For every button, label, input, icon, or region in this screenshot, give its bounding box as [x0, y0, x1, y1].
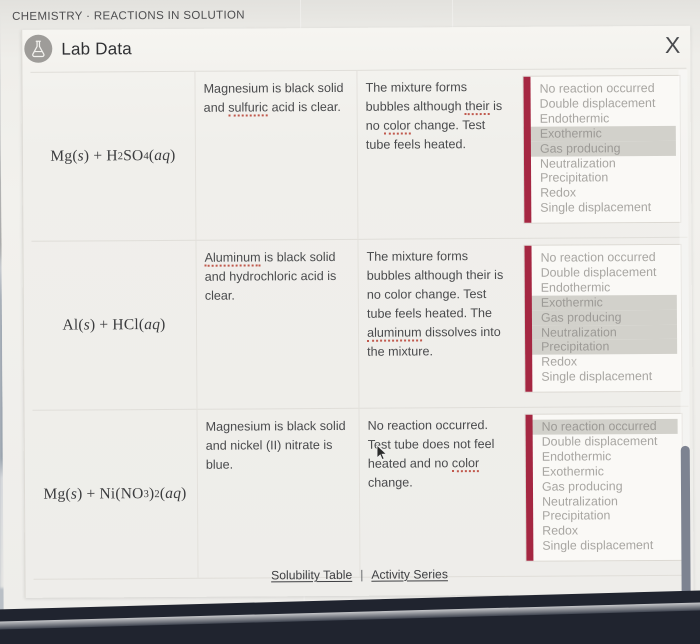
reaction-type-option[interactable]: Endothermic — [526, 449, 678, 465]
reaction-type-option[interactable]: Endothermic — [524, 111, 676, 127]
reaction-type-option[interactable]: Exothermic — [526, 464, 678, 480]
reaction-type-option[interactable]: Single displacement — [524, 200, 676, 216]
reaction-type-option[interactable]: Single displacement — [526, 538, 678, 554]
reaction-type-option[interactable]: Single displacement — [525, 369, 677, 385]
observation-after-cell: The mixture forms bubbles although their… — [357, 238, 520, 409]
table-row: Mg(s) + Ni(NO 3) 2(aq) Magnesium is black s… — [32, 406, 690, 580]
listbox-accent-bar — [524, 245, 533, 392]
modal-title: Lab Data — [61, 39, 132, 59]
equation-cell: Mg(s) + H 2 SO 4(aq) — [30, 71, 196, 242]
link-separator: | — [360, 567, 364, 582]
reaction-type-wrapper: No reaction occurred Double displacement E… — [518, 238, 688, 399]
reaction-type-cell: No reaction occurred Double displacement E… — [519, 406, 690, 577]
reaction-type-option[interactable]: Neutralization — [524, 324, 678, 341]
observation-after-cell: The mixture forms bubbles although their… — [356, 69, 519, 240]
reaction-type-option[interactable]: No reaction occurred — [525, 418, 678, 435]
reaction-type-listbox[interactable]: No reaction occurred Double displacement E… — [523, 243, 683, 393]
reaction-equation: Al(s) + HCl(aq) — [62, 315, 166, 334]
observation-before-cell: Magnesium is black solid and sulfuric ac… — [194, 70, 358, 241]
reaction-type-option[interactable]: Gas producing — [523, 140, 676, 157]
reaction-equation: Mg(s) + Ni(NO 3) 2(aq) — [43, 484, 187, 503]
flask-icon — [24, 34, 53, 63]
modal-header: Lab Data X — [22, 26, 690, 70]
reaction-type-option[interactable]: Exothermic — [523, 125, 676, 142]
reaction-type-option[interactable]: Gas producing — [526, 478, 678, 494]
table-row: Mg(s) + H 2 SO 4(aq) Magnesium is black soli… — [30, 68, 688, 242]
footer-links: Solubility Table | Activity Series — [25, 566, 693, 584]
reaction-type-option[interactable]: Double displacement — [526, 434, 678, 450]
reaction-type-option[interactable]: Gas producing — [524, 309, 677, 326]
photographed-screen: CHEMISTRY · REACTIONS IN SOLUTION Lab Da… — [0, 0, 700, 644]
reaction-type-option[interactable]: Double displacement — [525, 265, 677, 281]
observation-before-text[interactable]: Magnesium is black solid and sulfuric ac… — [195, 71, 356, 126]
reaction-type-option[interactable]: Redox — [526, 523, 678, 539]
reaction-type-option[interactable]: No reaction occurred — [525, 250, 677, 266]
listbox-accent-bar — [525, 414, 534, 561]
reaction-type-option[interactable]: No reaction occurred — [524, 81, 676, 97]
reaction-type-option[interactable]: Double displacement — [524, 96, 676, 112]
solubility-table-link[interactable]: Solubility Table — [271, 568, 352, 582]
scrollbar-thumb[interactable] — [680, 445, 691, 596]
lab-data-rows: Mg(s) + H 2 SO 4(aq) Magnesium is black soli… — [30, 68, 690, 580]
observation-after-cell: No reaction occurred. Test tube does not… — [359, 407, 521, 578]
mouse-cursor — [376, 443, 388, 462]
listbox-accent-bar — [523, 76, 532, 223]
close-icon[interactable]: X — [665, 32, 681, 58]
reaction-type-option[interactable]: Endothermic — [525, 280, 677, 296]
breadcrumb: CHEMISTRY · REACTIONS IN SOLUTION — [12, 9, 245, 23]
lab-data-table: Mg(s) + H 2 SO 4(aq) Magnesium is black soli… — [30, 68, 690, 580]
web-page: CHEMISTRY · REACTIONS IN SOLUTION Lab Da… — [0, 0, 700, 626]
reaction-type-listbox[interactable]: No reaction occurred Double displacement E… — [524, 412, 684, 562]
reaction-type-option[interactable]: Exothermic — [524, 294, 677, 311]
reaction-equation: Mg(s) + H 2 SO 4(aq) — [50, 146, 176, 165]
reaction-type-listbox[interactable]: No reaction occurred Double displacement E… — [522, 74, 682, 224]
reaction-type-option[interactable]: Precipitation — [525, 339, 678, 356]
reaction-type-option[interactable]: Neutralization — [524, 155, 676, 171]
reaction-type-option[interactable]: Redox — [524, 185, 676, 201]
reaction-type-wrapper: No reaction occurred Double displacement E… — [517, 69, 687, 230]
observation-after-text[interactable]: The mixture forms bubbles although their… — [358, 239, 519, 370]
table-row: Al(s) + HCl(aq) Aluminum is black solid a… — [31, 237, 689, 411]
reaction-type-option[interactable]: Precipitation — [524, 170, 676, 186]
reaction-type-wrapper: No reaction occurred Double displacement E… — [520, 407, 690, 568]
observation-before-text[interactable]: Aluminum is black solid and hydrochloric… — [196, 240, 357, 314]
equation-cell: Al(s) + HCl(aq) — [31, 240, 198, 411]
page-sheet: CHEMISTRY · REACTIONS IN SOLUTION Lab Da… — [0, 0, 700, 626]
observation-after-text[interactable]: The mixture forms bubbles although their… — [357, 70, 518, 163]
reaction-type-option[interactable]: Redox — [525, 354, 677, 370]
reaction-type-option[interactable]: Precipitation — [526, 508, 678, 524]
equation-cell: Mg(s) + Ni(NO 3) 2(aq) — [32, 409, 199, 580]
lab-data-modal: Lab Data X Mg(s) + H 2 SO 4(aq) Magnesium is… — [21, 25, 694, 626]
reaction-type-cell: No reaction occurred Double displacement E… — [517, 68, 688, 239]
observation-before-cell: Magnesium is black solid and nickel (II)… — [197, 408, 361, 579]
reaction-type-option[interactable]: Neutralization — [526, 493, 678, 509]
activity-series-link[interactable]: Activity Series — [371, 567, 448, 581]
observation-before-cell: Aluminum is black solid and hydrochloric… — [195, 239, 360, 410]
observation-before-text[interactable]: Magnesium is black solid and nickel (II)… — [198, 409, 359, 483]
reaction-type-cell: No reaction occurred Double displacement E… — [518, 237, 689, 408]
